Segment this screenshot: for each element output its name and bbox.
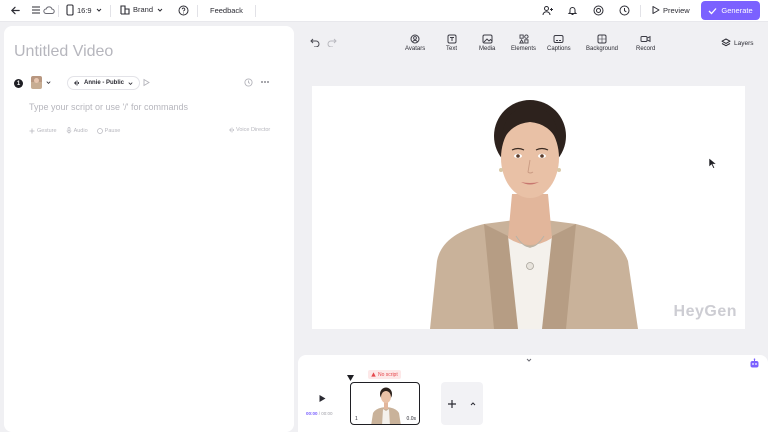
audio-button[interactable]: Audio <box>66 127 88 134</box>
generate-label: Generate <box>721 6 753 15</box>
background-icon <box>597 34 607 44</box>
chevron-down-icon <box>96 8 101 12</box>
current-time: 00:00 <box>306 411 318 416</box>
tool-captions-label: Captions <box>547 46 571 52</box>
gesture-label: Gesture <box>37 127 57 134</box>
voice-director-icon <box>229 127 234 133</box>
collapse-timeline-button[interactable] <box>522 355 536 364</box>
help-icon[interactable] <box>178 5 189 16</box>
tool-elements-label: Elements <box>511 46 537 52</box>
voice-label: Annie - Public <box>84 80 125 86</box>
tool-record[interactable]: Record <box>636 34 655 52</box>
share-user-icon[interactable] <box>542 5 553 16</box>
brand-label: Brand <box>133 5 154 14</box>
back-arrow-icon[interactable] <box>10 5 21 16</box>
sparkle-icon <box>29 128 35 133</box>
tool-media[interactable]: Media <box>479 34 495 52</box>
play-icon <box>652 6 660 14</box>
scene-card[interactable]: 1 0.0s <box>350 382 420 425</box>
timeline-play-button[interactable] <box>318 394 326 405</box>
feedback-button[interactable]: Feedback <box>210 6 243 15</box>
tool-record-label: Record <box>636 46 656 52</box>
add-scene-group <box>441 382 483 425</box>
record-icon <box>640 35 651 43</box>
tool-text-label: Text <box>446 46 458 52</box>
aspect-ratio-label: 16:9 <box>77 5 92 15</box>
assistant-bot-icon[interactable] <box>749 358 760 371</box>
redo-icon[interactable] <box>327 38 337 49</box>
voice-director-label: Voice Director <box>236 127 271 133</box>
bell-icon[interactable] <box>567 5 578 16</box>
phone-icon <box>66 4 74 16</box>
script-input[interactable]: Type your script or use '/' for commands <box>29 102 188 112</box>
generate-button[interactable]: Generate <box>701 1 760 20</box>
menu-icon[interactable] <box>31 5 41 15</box>
no-script-warning: No script <box>368 370 401 379</box>
play-icon <box>319 395 326 402</box>
media-icon <box>482 34 493 44</box>
timeline-time: 00:00 / 00:00 <box>306 411 333 416</box>
scene-card-duration: 0.0s <box>406 416 416 422</box>
layers-label: Layers <box>734 39 754 47</box>
check-icon <box>708 7 717 14</box>
avatar-thumbnail <box>31 76 42 89</box>
avatar-presenter[interactable] <box>312 86 745 329</box>
microphone-icon <box>66 127 71 134</box>
avatar-selector[interactable] <box>31 76 52 89</box>
no-script-label: No script <box>378 371 398 378</box>
video-canvas[interactable]: HeyGen <box>312 86 745 329</box>
chevron-down-icon <box>46 81 51 84</box>
tool-avatars[interactable]: Avatars <box>405 34 425 52</box>
credits-icon[interactable] <box>593 5 604 16</box>
tool-background[interactable]: Background <box>586 34 618 52</box>
cloud-saved-icon <box>43 5 55 15</box>
chevron-down-icon <box>128 81 133 85</box>
waveform-icon <box>74 80 79 86</box>
more-options-icon[interactable] <box>260 78 270 88</box>
elements-icon <box>518 34 529 44</box>
timer-icon[interactable] <box>244 78 253 89</box>
tool-elements[interactable]: Elements <box>511 34 536 52</box>
tool-background-label: Background <box>586 46 619 52</box>
tool-captions[interactable]: Captions <box>547 34 571 52</box>
pause-button[interactable]: Pause <box>96 127 121 134</box>
aspect-ratio-dropdown[interactable]: 16:9 <box>66 4 103 16</box>
layers-icon <box>721 38 731 47</box>
tool-avatars-label: Avatars <box>405 46 426 52</box>
brand-dropdown[interactable]: Brand <box>120 4 164 15</box>
preview-label: Preview <box>663 5 690 15</box>
tool-text[interactable]: Text <box>446 34 457 52</box>
preview-button[interactable]: Preview <box>651 5 690 15</box>
chevron-down-icon <box>157 8 163 12</box>
pause-label: Pause <box>104 127 121 134</box>
avatar-icon <box>410 34 420 44</box>
pause-icon <box>96 127 103 134</box>
layers-button[interactable]: Layers <box>721 38 754 48</box>
chevron-up-icon[interactable] <box>469 401 477 407</box>
tool-media-label: Media <box>479 46 496 52</box>
play-script-icon[interactable] <box>142 78 150 89</box>
top-bar: 16:9 Brand Feedback Preview Generate <box>0 0 768 22</box>
mouse-cursor-icon <box>708 157 718 171</box>
text-icon <box>447 34 456 44</box>
captions-icon <box>553 35 564 43</box>
script-tools: Gesture Audio Pause <box>29 127 120 134</box>
add-scene-plus-icon[interactable] <box>447 399 457 409</box>
script-panel: Untitled Video 1 Annie - Public Type you… <box>4 26 294 432</box>
scene-card-number: 1 <box>355 416 358 422</box>
watermark-text: HeyGen <box>673 303 737 320</box>
voice-selector[interactable]: Annie - Public <box>67 76 141 90</box>
brand-kit-icon <box>120 5 130 15</box>
voice-director-button[interactable]: Voice Director <box>228 127 270 133</box>
scene-number-badge: 1 <box>14 79 23 88</box>
video-title-input[interactable]: Untitled Video <box>14 43 113 61</box>
warning-icon <box>371 372 376 377</box>
gesture-button[interactable]: Gesture <box>29 127 57 134</box>
audio-label: Audio <box>73 127 88 134</box>
chevron-down-icon <box>526 358 532 362</box>
total-time: / 00:00 <box>318 411 333 416</box>
history-icon[interactable] <box>619 5 630 16</box>
undo-icon[interactable] <box>310 38 320 49</box>
